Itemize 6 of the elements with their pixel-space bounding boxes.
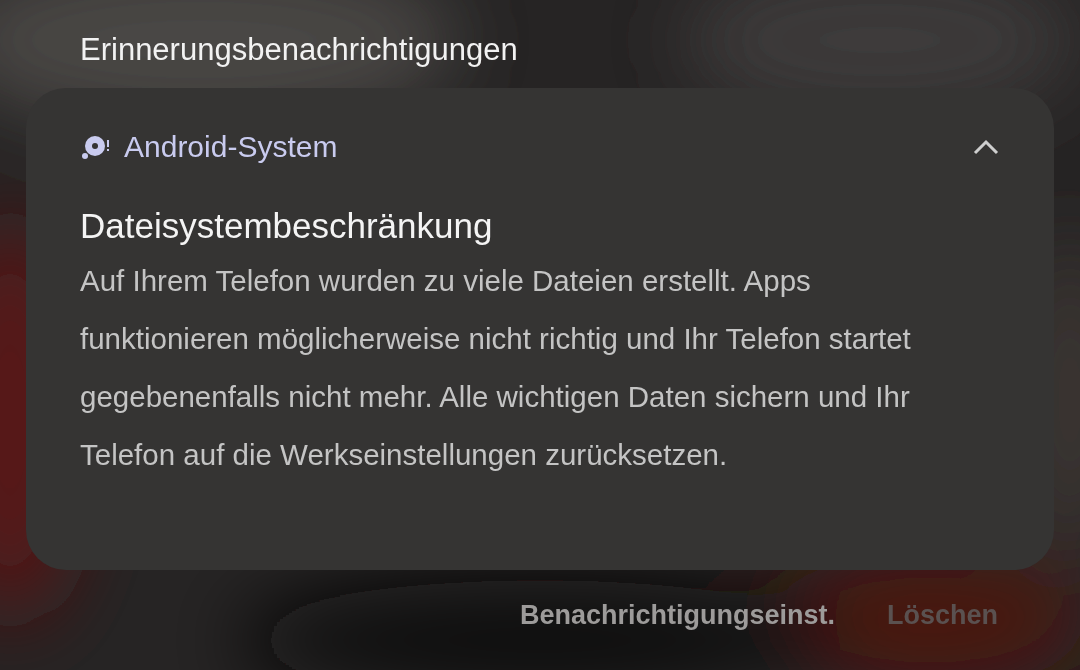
notification-text: Auf Ihrem Telefon wurden zu viele Dateien erstellt. Apps funktionieren möglicherweise nicht richtig und Ihr Telefon startet gegebenenfalls nicht mehr. Alle wichtigen Daten sichern und Ihr Telefon auf die Werkseinstellungen zurücksetzen.	[80, 263, 912, 473]
notification-card[interactable]	[26, 88, 1054, 570]
notification-title: Dateisystembeschränkung	[80, 205, 494, 247]
section-title: Erinnerungsbenachrichtigungen	[79, 31, 519, 69]
chevron-icon[interactable]	[972, 138, 1000, 156]
app-name: Android-System	[124, 130, 339, 164]
